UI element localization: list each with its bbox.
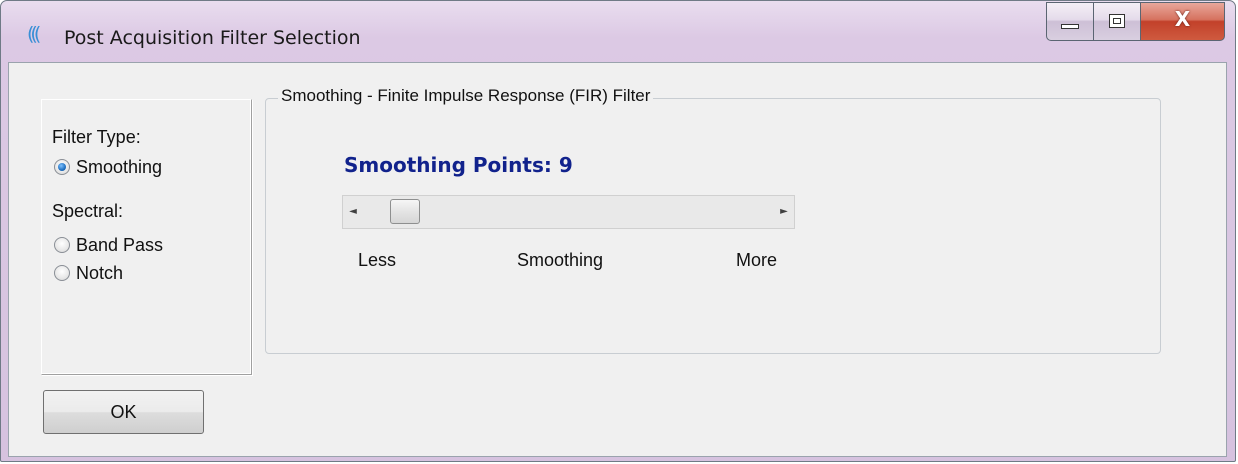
spectral-heading: Spectral: xyxy=(52,201,124,221)
scale-less-label: Less xyxy=(358,250,397,270)
group-title: Smoothing - Finite Impulse Response (FIR… xyxy=(278,87,654,104)
maximize-icon xyxy=(1109,14,1125,28)
scale-more-label: More xyxy=(736,250,778,270)
maximize-button[interactable] xyxy=(1093,2,1140,41)
fir-filter-group: Smoothing - Finite Impulse Response (FIR… xyxy=(265,87,1161,354)
close-icon: X xyxy=(1174,7,1191,31)
radio-notch[interactable]: Notch xyxy=(54,262,123,284)
radio-smoothing[interactable]: Smoothing xyxy=(54,156,162,178)
radio-smoothing-label[interactable]: Smoothing xyxy=(76,158,162,176)
signal-waves-icon: ((( xyxy=(27,23,41,45)
dialog-window: ((( Post Acquisition Filter Selection X … xyxy=(0,0,1236,462)
minimize-icon xyxy=(1061,24,1079,29)
smoothing-points-label: Smoothing Points: 9 xyxy=(344,153,573,177)
radio-notch-label[interactable]: Notch xyxy=(76,264,123,282)
radio-notch-indicator[interactable] xyxy=(54,265,70,281)
ok-button[interactable]: OK xyxy=(43,390,204,434)
title-bar[interactable]: ((( Post Acquisition Filter Selection X xyxy=(1,1,1235,61)
radio-band-pass-label[interactable]: Band Pass xyxy=(76,236,163,254)
filter-type-heading: Filter Type: xyxy=(52,127,141,147)
radio-band-pass-indicator[interactable] xyxy=(54,237,70,253)
window-title: Post Acquisition Filter Selection xyxy=(64,27,361,49)
close-button[interactable]: X xyxy=(1140,2,1225,41)
scale-middle-label: Smoothing xyxy=(517,250,604,270)
radio-band-pass[interactable]: Band Pass xyxy=(54,234,163,256)
slider-thumb[interactable] xyxy=(390,199,420,224)
dialog-client-area: Filter Type: Smoothing Spectral: Band Pa… xyxy=(8,62,1227,457)
scroll-right-arrow-icon[interactable]: ► xyxy=(774,196,794,228)
radio-smoothing-indicator[interactable] xyxy=(54,159,70,175)
minimize-button[interactable] xyxy=(1046,2,1093,41)
smoothing-slider[interactable]: ◄ ► xyxy=(342,195,795,229)
scroll-left-arrow-icon[interactable]: ◄ xyxy=(343,196,363,228)
filter-type-panel: Filter Type: Smoothing Spectral: Band Pa… xyxy=(41,99,252,375)
caption-buttons: X xyxy=(1046,2,1225,42)
